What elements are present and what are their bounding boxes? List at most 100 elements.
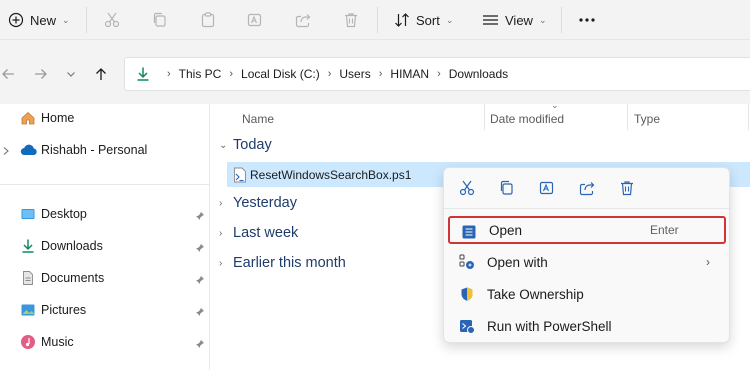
group-earlier-this-month[interactable]: › Earlier this month — [219, 252, 346, 274]
download-arrow-icon — [137, 67, 149, 81]
nav-item-desktop[interactable]: Desktop — [0, 202, 210, 226]
file-name: ResetWindowsSearchBox.ps1 — [250, 167, 412, 182]
group-label-earlier-this-month: Earlier this month — [233, 255, 346, 271]
scissors-icon — [104, 12, 120, 28]
chevron-down-icon: ⌄ — [538, 14, 547, 25]
breadcrumb-local-disk[interactable]: Local Disk (C:) — [241, 67, 320, 81]
breadcrumb-users[interactable]: Users — [339, 67, 370, 81]
context-label-take-ownership: Take Ownership — [487, 286, 584, 302]
forward-button[interactable] — [33, 64, 49, 84]
column-header-name[interactable]: Name — [242, 108, 274, 130]
powershell-script-icon — [233, 167, 247, 186]
context-item-take-ownership[interactable]: Take Ownership — [448, 280, 726, 308]
nav-label-music: Music — [41, 335, 74, 349]
pin-icon[interactable] — [195, 337, 205, 352]
chevron-down-icon: ⌄ — [445, 14, 454, 25]
arrow-up-icon — [96, 68, 106, 80]
clipboard-icon — [201, 12, 215, 28]
home-icon — [20, 110, 36, 129]
column-divider[interactable] — [484, 104, 485, 130]
address-bar[interactable]: › This PC › Local Disk (C:) › Users › HI… — [124, 57, 750, 91]
context-item-open[interactable]: Open Enter — [448, 216, 726, 244]
open-icon — [461, 224, 477, 243]
nav-item-downloads[interactable]: Downloads — [0, 234, 210, 258]
context-share-button[interactable] — [578, 179, 596, 197]
new-button[interactable]: New ⌄ — [8, 0, 70, 40]
cut-button[interactable] — [103, 0, 121, 40]
nav-item-pictures[interactable]: Pictures — [0, 298, 210, 322]
nav-item-music[interactable]: Music — [0, 330, 210, 354]
chevron-right-icon: › — [706, 255, 710, 269]
chevron-right-icon: › — [327, 68, 332, 80]
pin-icon[interactable] — [195, 305, 205, 320]
nav-label-downloads: Downloads — [41, 239, 103, 253]
column-header-type[interactable]: Type — [634, 108, 660, 130]
view-lines-icon — [483, 15, 498, 25]
group-today[interactable]: ⌄ Today — [219, 134, 272, 156]
context-item-open-with[interactable]: Open with › — [448, 248, 726, 276]
view-button[interactable]: View ⌄ — [482, 0, 547, 40]
up-button[interactable] — [93, 64, 109, 84]
delete-button[interactable] — [342, 0, 360, 40]
desktop-icon — [20, 206, 36, 225]
nav-label-home: Home — [41, 111, 75, 125]
context-cut-button[interactable] — [458, 179, 476, 197]
breadcrumb-this-pc[interactable]: This PC — [179, 67, 222, 81]
pin-icon[interactable] — [195, 273, 205, 288]
nav-label-documents: Documents — [41, 271, 105, 285]
scissors-icon — [459, 180, 475, 196]
sort-button[interactable]: Sort ⌄ — [394, 0, 453, 40]
pin-icon[interactable] — [195, 209, 205, 224]
back-button[interactable] — [0, 64, 16, 84]
plus-circle-icon — [8, 12, 24, 28]
divider — [377, 7, 378, 33]
share-button[interactable] — [294, 0, 312, 40]
rename-icon — [247, 13, 262, 27]
nav-item-home[interactable]: Home — [0, 106, 210, 130]
shield-icon — [459, 286, 475, 305]
arrow-left-icon — [2, 69, 14, 79]
column-header-date-modified[interactable]: Date modified — [490, 108, 564, 130]
nav-label-desktop: Desktop — [41, 207, 87, 221]
sort-chevron-icon: ⌄ — [551, 100, 559, 110]
chevron-down-icon — [67, 72, 75, 77]
music-icon — [20, 334, 36, 353]
context-copy-button[interactable] — [498, 179, 516, 197]
copy-button[interactable] — [151, 0, 169, 40]
sort-icon — [395, 13, 409, 27]
context-delete-button[interactable] — [618, 179, 636, 197]
context-menu-toolbar — [444, 168, 731, 208]
context-item-run-with-powershell[interactable]: Run with PowerShell — [448, 312, 726, 340]
chevron-down-icon: ⌄ — [62, 14, 70, 25]
nav-divider — [0, 184, 210, 185]
chevron-right-icon: › — [219, 197, 223, 209]
rename-button[interactable] — [246, 0, 264, 40]
breadcrumb-downloads[interactable]: Downloads — [449, 67, 508, 81]
chevron-right-icon: › — [219, 227, 223, 239]
divider — [86, 7, 87, 33]
open-with-icon — [459, 254, 475, 273]
paste-button[interactable] — [199, 0, 217, 40]
more-icon — [579, 18, 595, 22]
recent-locations-button[interactable] — [64, 64, 78, 84]
nav-item-onedrive[interactable]: Rishabh - Personal — [0, 138, 210, 162]
group-yesterday[interactable]: › Yesterday — [219, 192, 297, 214]
pin-icon[interactable] — [195, 241, 205, 256]
nav-item-documents[interactable]: Documents — [0, 266, 210, 290]
context-rename-button[interactable] — [538, 179, 556, 197]
group-last-week[interactable]: › Last week — [219, 222, 298, 244]
breadcrumb-himan[interactable]: HIMAN — [390, 67, 429, 81]
new-label: New — [30, 12, 57, 28]
copy-icon — [153, 12, 166, 27]
command-bar: New ⌄ Sort ⌄ View ⌄ — [0, 0, 750, 40]
column-divider[interactable] — [748, 104, 749, 130]
navigation-pane: Home Rishabh - Personal Desktop Download… — [0, 104, 210, 370]
divider — [561, 7, 562, 33]
nav-label-onedrive: Rishabh - Personal — [41, 143, 148, 157]
chevron-right-icon: › — [378, 68, 383, 80]
document-icon — [20, 270, 36, 289]
group-label-yesterday: Yesterday — [233, 195, 297, 211]
chevron-right-icon: › — [219, 257, 223, 269]
column-divider[interactable] — [627, 104, 628, 130]
more-options-button[interactable] — [578, 0, 596, 40]
